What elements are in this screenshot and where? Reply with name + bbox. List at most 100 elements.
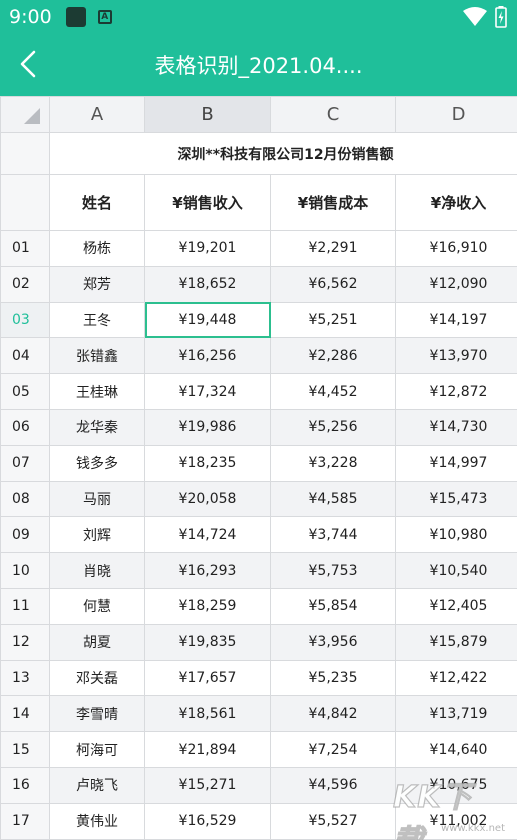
- header-name-cell[interactable]: 姓名: [49, 174, 145, 231]
- net-cell[interactable]: ¥10,675: [395, 766, 517, 804]
- row-number[interactable]: 09: [0, 516, 50, 554]
- cost-cell[interactable]: ¥5,235: [270, 659, 396, 697]
- cost-cell[interactable]: ¥7,254: [270, 731, 396, 768]
- name-cell[interactable]: 张错鑫: [49, 337, 145, 375]
- row-number[interactable]: 16: [0, 766, 50, 804]
- sheet-title-cell[interactable]: 深圳**科技有限公司12月份销售额: [49, 132, 517, 175]
- cost-cell[interactable]: ¥2,286: [270, 337, 396, 375]
- revenue-cell[interactable]: ¥19,986: [144, 408, 271, 446]
- net-cell[interactable]: ¥10,540: [395, 552, 517, 589]
- name-cell[interactable]: 郑芳: [49, 265, 145, 303]
- row-number[interactable]: 11: [0, 587, 50, 625]
- name-cell[interactable]: 黄伟业: [49, 802, 145, 840]
- revenue-cell[interactable]: ¥15,271: [144, 766, 271, 804]
- column-header-c[interactable]: C: [270, 96, 396, 133]
- cost-cell[interactable]: ¥2,291: [270, 230, 396, 267]
- cost-cell[interactable]: ¥5,251: [270, 301, 396, 339]
- revenue-cell[interactable]: ¥18,561: [144, 695, 271, 733]
- header-net-cell[interactable]: ¥净收入: [395, 174, 517, 231]
- row-number[interactable]: 15: [0, 731, 50, 768]
- cost-cell[interactable]: ¥3,228: [270, 444, 396, 482]
- cost-cell[interactable]: ¥6,562: [270, 265, 396, 303]
- revenue-cell[interactable]: ¥16,256: [144, 337, 271, 375]
- revenue-cell[interactable]: ¥18,652: [144, 265, 271, 303]
- name-cell[interactable]: 何慧: [49, 587, 145, 625]
- row-number[interactable]: 05: [0, 373, 50, 410]
- row-number[interactable]: 12: [0, 623, 50, 661]
- name-cell[interactable]: 王冬: [49, 301, 145, 339]
- cost-cell[interactable]: ¥5,527: [270, 802, 396, 840]
- cost-cell[interactable]: ¥3,744: [270, 516, 396, 554]
- header-cost-cell[interactable]: ¥销售成本: [270, 174, 396, 231]
- revenue-cell[interactable]: ¥21,894: [144, 731, 271, 768]
- revenue-cell[interactable]: ¥19,201: [144, 230, 271, 267]
- row-number[interactable]: 08: [0, 480, 50, 518]
- row-number[interactable]: 02: [0, 265, 50, 303]
- column-header-a[interactable]: A: [49, 96, 145, 133]
- revenue-cell[interactable]: ¥16,293: [144, 552, 271, 589]
- cost-cell[interactable]: ¥4,596: [270, 766, 396, 804]
- row-number[interactable]: 14: [0, 695, 50, 733]
- row-number[interactable]: 13: [0, 659, 50, 697]
- revenue-cell[interactable]: ¥17,324: [144, 373, 271, 410]
- cost-cell[interactable]: ¥5,256: [270, 408, 396, 446]
- name-cell[interactable]: 钱多多: [49, 444, 145, 482]
- revenue-cell[interactable]: ¥20,058: [144, 480, 271, 518]
- name-cell[interactable]: 胡夏: [49, 623, 145, 661]
- name-cell[interactable]: 柯海可: [49, 731, 145, 768]
- name-cell[interactable]: 卢晓飞: [49, 766, 145, 804]
- name-cell[interactable]: 肖晓: [49, 552, 145, 589]
- cost-cell[interactable]: ¥4,842: [270, 695, 396, 733]
- row-number[interactable]: 03: [0, 301, 50, 339]
- name-cell[interactable]: 杨栋: [49, 230, 145, 267]
- cost-cell[interactable]: ¥5,753: [270, 552, 396, 589]
- net-cell[interactable]: ¥13,719: [395, 695, 517, 733]
- battery-charging-icon: [495, 6, 507, 28]
- header-revenue-cell[interactable]: ¥销售收入: [144, 174, 271, 231]
- net-cell[interactable]: ¥15,879: [395, 623, 517, 661]
- net-cell[interactable]: ¥14,997: [395, 444, 517, 482]
- row-number-title[interactable]: [0, 132, 50, 175]
- cost-cell[interactable]: ¥4,585: [270, 480, 396, 518]
- name-cell[interactable]: 邓关磊: [49, 659, 145, 697]
- net-cell[interactable]: ¥14,197: [395, 301, 517, 339]
- cost-cell[interactable]: ¥5,854: [270, 587, 396, 625]
- select-all-corner[interactable]: [0, 96, 50, 133]
- name-cell[interactable]: 王桂琳: [49, 373, 145, 410]
- name-cell[interactable]: 李雪晴: [49, 695, 145, 733]
- net-cell[interactable]: ¥14,640: [395, 731, 517, 768]
- revenue-cell[interactable]: ¥14,724: [144, 516, 271, 554]
- revenue-cell[interactable]: ¥19,448: [144, 301, 271, 339]
- net-cell[interactable]: ¥12,405: [395, 587, 517, 625]
- revenue-cell[interactable]: ¥18,259: [144, 587, 271, 625]
- row-number[interactable]: 17: [0, 802, 50, 840]
- name-cell[interactable]: 马丽: [49, 480, 145, 518]
- row-number[interactable]: 01: [0, 230, 50, 267]
- row-number[interactable]: 06: [0, 408, 50, 446]
- net-cell[interactable]: ¥15,473: [395, 480, 517, 518]
- row-number-header[interactable]: [0, 174, 50, 231]
- column-header-d[interactable]: D: [395, 96, 517, 133]
- net-cell[interactable]: ¥13,970: [395, 337, 517, 375]
- row-number[interactable]: 04: [0, 337, 50, 375]
- net-cell[interactable]: ¥16,910: [395, 230, 517, 267]
- net-cell[interactable]: ¥12,872: [395, 373, 517, 410]
- row-number[interactable]: 07: [0, 444, 50, 482]
- net-cell[interactable]: ¥14,730: [395, 408, 517, 446]
- cost-cell[interactable]: ¥3,956: [270, 623, 396, 661]
- revenue-cell[interactable]: ¥17,657: [144, 659, 271, 697]
- net-cell[interactable]: ¥12,090: [395, 265, 517, 303]
- name-cell[interactable]: 刘辉: [49, 516, 145, 554]
- back-button[interactable]: [8, 42, 48, 86]
- net-cell[interactable]: ¥11,002: [395, 802, 517, 840]
- title-row: 深圳**科技有限公司12月份销售额: [0, 132, 517, 175]
- revenue-cell[interactable]: ¥18,235: [144, 444, 271, 482]
- net-cell[interactable]: ¥10,980: [395, 516, 517, 554]
- name-cell[interactable]: 龙华秦: [49, 408, 145, 446]
- revenue-cell[interactable]: ¥19,835: [144, 623, 271, 661]
- revenue-cell[interactable]: ¥16,529: [144, 802, 271, 840]
- row-number[interactable]: 10: [0, 552, 50, 589]
- column-header-b[interactable]: B: [144, 96, 271, 133]
- net-cell[interactable]: ¥12,422: [395, 659, 517, 697]
- cost-cell[interactable]: ¥4,452: [270, 373, 396, 410]
